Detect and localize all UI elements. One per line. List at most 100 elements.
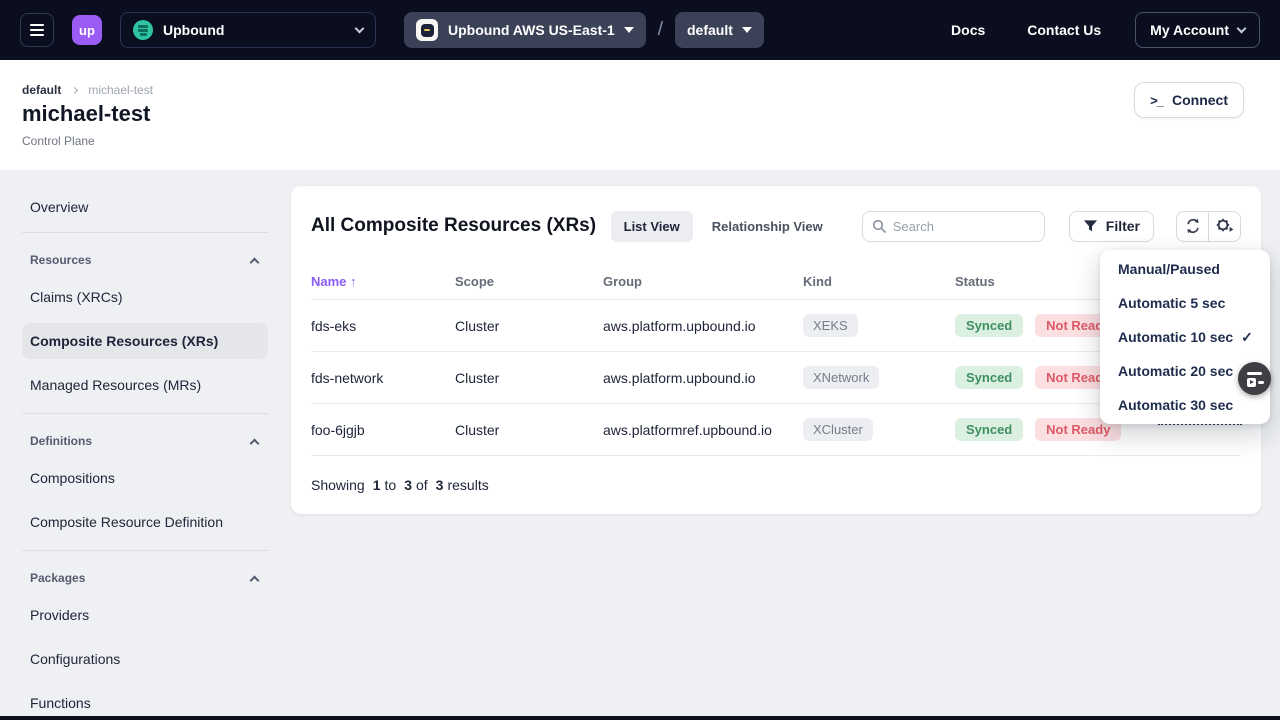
hamburger-menu-icon[interactable] [20, 13, 54, 47]
search-icon [872, 219, 886, 233]
check-icon: ✓ [1241, 329, 1253, 346]
search-input[interactable] [893, 219, 1023, 234]
page-title: michael-test [22, 101, 150, 127]
filter-button[interactable]: Filter [1069, 211, 1154, 242]
list-line-icon [1247, 372, 1262, 375]
sidebar-section-packages[interactable]: Packages [22, 564, 268, 592]
results-to: 3 [404, 477, 412, 493]
sidebar-item-managed-resources[interactable]: Managed Resources (MRs) [22, 367, 268, 403]
sidebar-section-resources[interactable]: Resources [22, 246, 268, 274]
sidebar-navigation: Overview Resources Claims (XRCs) Composi… [0, 170, 282, 720]
organization-selector-label: Upbound [163, 22, 224, 38]
organization-selector[interactable]: Upbound [120, 12, 376, 48]
refresh-button[interactable] [1177, 211, 1208, 242]
status-badge-synced: Synced [955, 418, 1023, 441]
kind-badge: XEKS [803, 314, 858, 337]
cell-group: aws.platformref.upbound.io [603, 404, 803, 456]
menu-item-manual-paused[interactable]: Manual/Paused [1100, 252, 1270, 286]
play-square-icon [1247, 378, 1256, 387]
panel-title: All Composite Resources (XRs) [311, 215, 596, 237]
column-header-kind[interactable]: Kind [803, 266, 955, 300]
top-navigation-bar: up Upbound Upbound AWS US-East-1 / defau… [0, 0, 1280, 60]
sidebar-item-configurations[interactable]: Configurations [22, 641, 268, 677]
sidebar-item-composite-resource-definition[interactable]: Composite Resource Definition [22, 504, 268, 540]
caret-down-icon [742, 27, 752, 33]
group-selector-label: default [687, 22, 733, 38]
cell-scope: Cluster [455, 300, 603, 352]
filter-button-label: Filter [1106, 218, 1140, 234]
contact-us-link[interactable]: Contact Us [1027, 22, 1101, 38]
page-header: default michael-test michael-test Contro… [0, 60, 1280, 170]
group-selector[interactable]: default [675, 12, 764, 48]
menu-item-automatic-5-sec[interactable]: Automatic 5 sec [1100, 286, 1270, 320]
list-view-tab[interactable]: List View [611, 211, 693, 242]
chevron-up-icon [250, 575, 260, 585]
upbound-logo[interactable]: up [72, 15, 102, 45]
breadcrumb-current: michael-test [88, 83, 153, 97]
terminal-icon: >_ [1150, 93, 1163, 108]
column-header-group[interactable]: Group [603, 266, 803, 300]
status-badge-synced: Synced [955, 366, 1023, 389]
table-actions-group [1176, 211, 1241, 242]
my-account-button[interactable]: My Account [1135, 12, 1260, 48]
my-account-label: My Account [1150, 22, 1229, 38]
results-summary: Showing 1 to 3 of 3 results [291, 456, 1261, 514]
sidebar-item-functions[interactable]: Functions [22, 685, 268, 720]
sidebar-item-providers[interactable]: Providers [22, 597, 268, 633]
results-total: 3 [436, 477, 444, 493]
kind-badge: XCluster [803, 418, 873, 441]
control-plane-selector[interactable]: Upbound AWS US-East-1 [404, 12, 646, 48]
sidebar-divider [22, 550, 268, 551]
connect-button-label: Connect [1172, 92, 1228, 108]
path-separator: / [658, 19, 663, 41]
chevron-down-icon [355, 24, 365, 34]
relationship-view-tab[interactable]: Relationship View [699, 211, 836, 242]
breadcrumb-root[interactable]: default [22, 83, 61, 97]
bottom-edge [0, 716, 1280, 720]
menu-item-automatic-10-sec[interactable]: Automatic 10 sec ✓ [1100, 320, 1270, 354]
refresh-icon [1185, 218, 1201, 234]
sidebar-section-packages-label: Packages [30, 571, 85, 585]
list-line-icon [1258, 381, 1264, 384]
filter-funnel-icon [1083, 219, 1098, 233]
sidebar-section-resources-label: Resources [30, 253, 91, 267]
chevron-up-icon [250, 438, 260, 448]
cell-group: aws.platform.upbound.io [603, 352, 803, 404]
status-badge-synced: Synced [955, 314, 1023, 337]
sort-ascending-icon: ↑ [350, 274, 357, 289]
menu-item-automatic-30-sec[interactable]: Automatic 30 sec [1100, 388, 1270, 422]
sidebar-divider [22, 413, 268, 414]
control-plane-icon [416, 19, 438, 41]
connect-button[interactable]: >_ Connect [1134, 82, 1244, 118]
view-toggle: List View Relationship View [611, 211, 836, 242]
organization-avatar-icon [133, 20, 153, 40]
sidebar-item-claims[interactable]: Claims (XRCs) [22, 279, 268, 315]
cell-name: foo-6jgjb [311, 404, 455, 456]
gear-caret-icon [1216, 218, 1234, 234]
sidebar-section-definitions-label: Definitions [30, 434, 92, 448]
cell-scope: Cluster [455, 352, 603, 404]
cell-group: aws.platform.upbound.io [603, 300, 803, 352]
sidebar-item-composite-resources[interactable]: Composite Resources (XRs) [22, 323, 268, 359]
page-subtitle: Control Plane [22, 134, 95, 148]
cell-name: fds-eks [311, 300, 455, 352]
sidebar-item-compositions[interactable]: Compositions [22, 460, 268, 496]
control-plane-selector-label: Upbound AWS US-East-1 [448, 22, 615, 38]
search-box[interactable] [862, 211, 1045, 242]
docs-link[interactable]: Docs [951, 22, 985, 38]
chevron-right-icon [71, 86, 78, 93]
caret-down-icon [624, 27, 634, 33]
chevron-down-icon [1237, 24, 1247, 34]
sidebar-section-definitions[interactable]: Definitions [22, 427, 268, 455]
kind-badge: XNetwork [803, 366, 879, 389]
breadcrumb: default michael-test [22, 83, 153, 97]
column-header-name[interactable]: Name ↑ [311, 266, 455, 300]
cell-scope: Cluster [455, 404, 603, 456]
chevron-up-icon [250, 257, 260, 267]
sidebar-item-overview[interactable]: Overview [22, 189, 268, 225]
floating-recorder-button[interactable] [1238, 362, 1271, 395]
results-from: 1 [373, 477, 381, 493]
auto-refresh-settings-button[interactable] [1209, 211, 1240, 242]
column-header-scope[interactable]: Scope [455, 266, 603, 300]
auto-refresh-menu: Manual/Paused Automatic 5 sec Automatic … [1100, 250, 1270, 424]
